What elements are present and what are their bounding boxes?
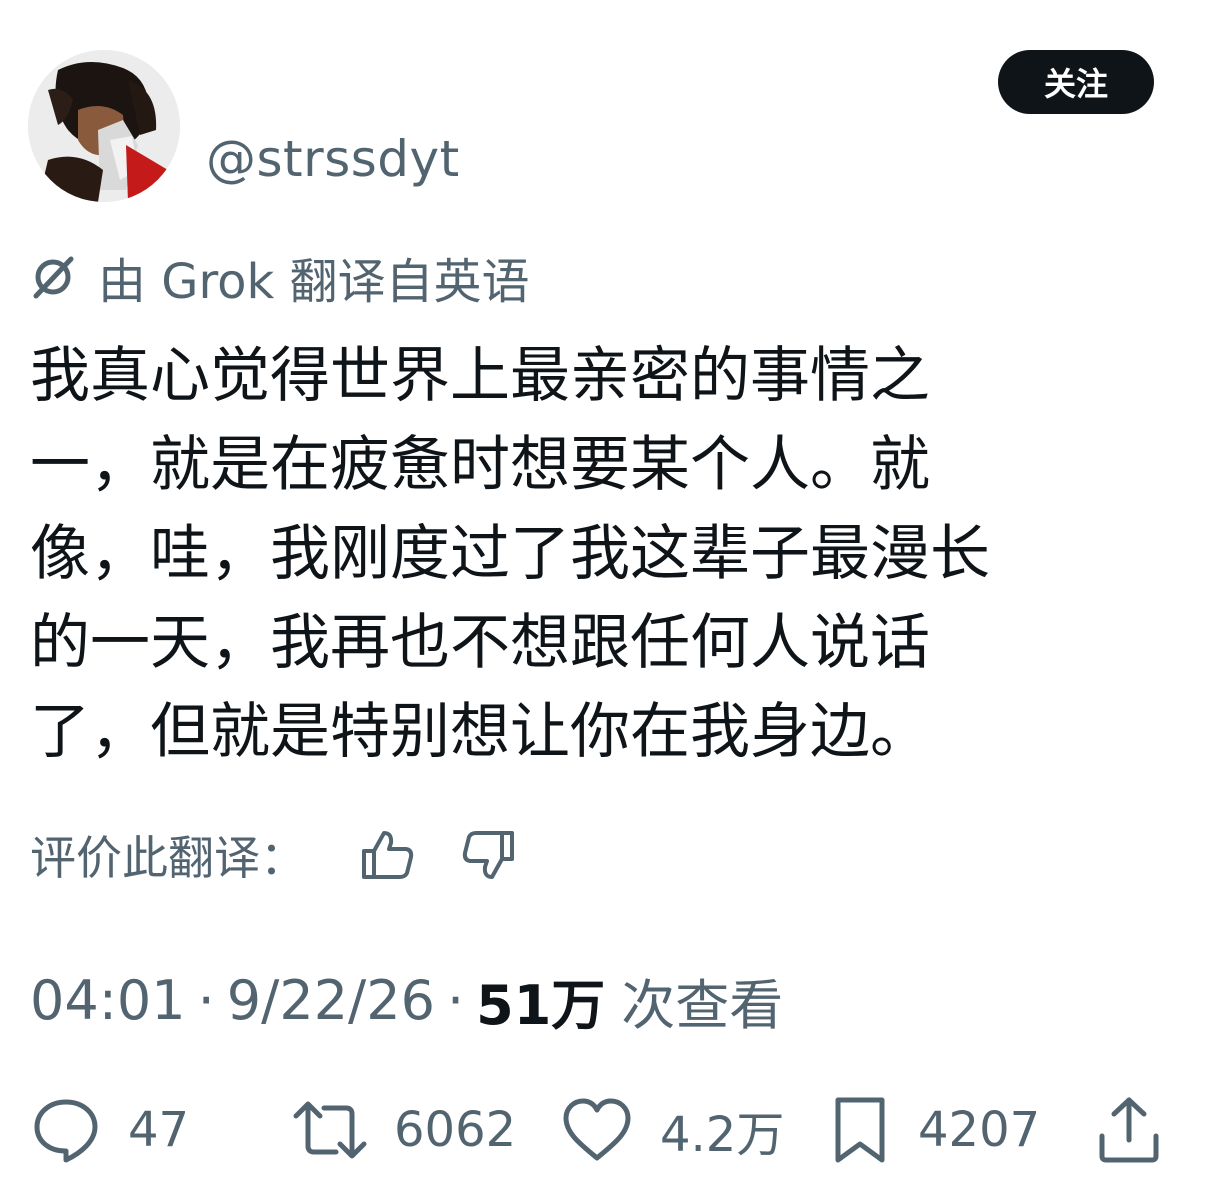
share-button[interactable] [1094,1090,1164,1170]
avatar-image [28,50,180,202]
follow-button[interactable]: 关注 [998,50,1154,114]
like-button[interactable]: 4.2万 [560,1090,784,1170]
reply-icon [34,1099,98,1163]
tweet-time[interactable]: 04:01 [30,969,186,1032]
thumbs-up-icon [362,831,414,879]
rate-translation-label: 评价此翻译： [30,831,306,885]
tweet-line: 我真心觉得世界上最亲密的事情之 [30,341,930,411]
views-count: 51万 [476,973,606,1037]
tweet-line: 的一天，我再也不想跟任何人说话 [30,608,930,678]
separator-dot: · [446,968,465,1032]
avatar[interactable] [28,50,180,202]
separator-dot: · [197,968,215,1032]
tweet-date[interactable]: 9/22/26 [227,969,435,1032]
retweet-icon [293,1101,367,1159]
grok-icon [30,254,76,300]
bookmark-button[interactable]: 4207 [828,1090,1040,1170]
translation-notice: 由 Grok 翻译自英语 [30,242,530,312]
tweet-line: 像，哇，我刚度过了我这辈子最漫长 [30,519,990,589]
retweet-count: 6062 [394,1102,517,1158]
reply-button[interactable]: 47 [30,1090,189,1170]
tweet-meta: 04:01 · 9/22/26 · 51万 次查看 [30,960,783,1040]
thumbs-down-icon [462,831,514,879]
share-icon [1099,1097,1159,1163]
tweet-text: 我真心觉得世界上最亲密的事情之 一，就是在疲惫时想要某个人。就 像，哇，我刚度过… [30,332,1180,777]
like-count: 4.2万 [660,1107,785,1163]
heart-icon [563,1098,631,1161]
reply-count: 47 [128,1102,190,1158]
translation-notice-text: 由 Grok 翻译自英语 [98,254,530,310]
retweet-button[interactable]: 6062 [292,1090,516,1170]
author-handle[interactable]: @strssdyt [206,124,460,194]
action-bar: 47 6062 4.2万 4207 [0,1090,1206,1170]
rate-translation: 评价此翻译： [30,820,516,890]
bookmark-icon [835,1097,885,1163]
tweet-line: 了，但就是特别想让你在我身边。 [30,697,930,767]
views-label: 次查看 [621,973,784,1037]
thumbs-down-button[interactable] [460,829,516,881]
thumbs-up-button[interactable] [360,829,416,881]
tweet-line: 一，就是在疲惫时想要某个人。就 [30,430,930,500]
bookmark-count: 4207 [918,1102,1041,1158]
